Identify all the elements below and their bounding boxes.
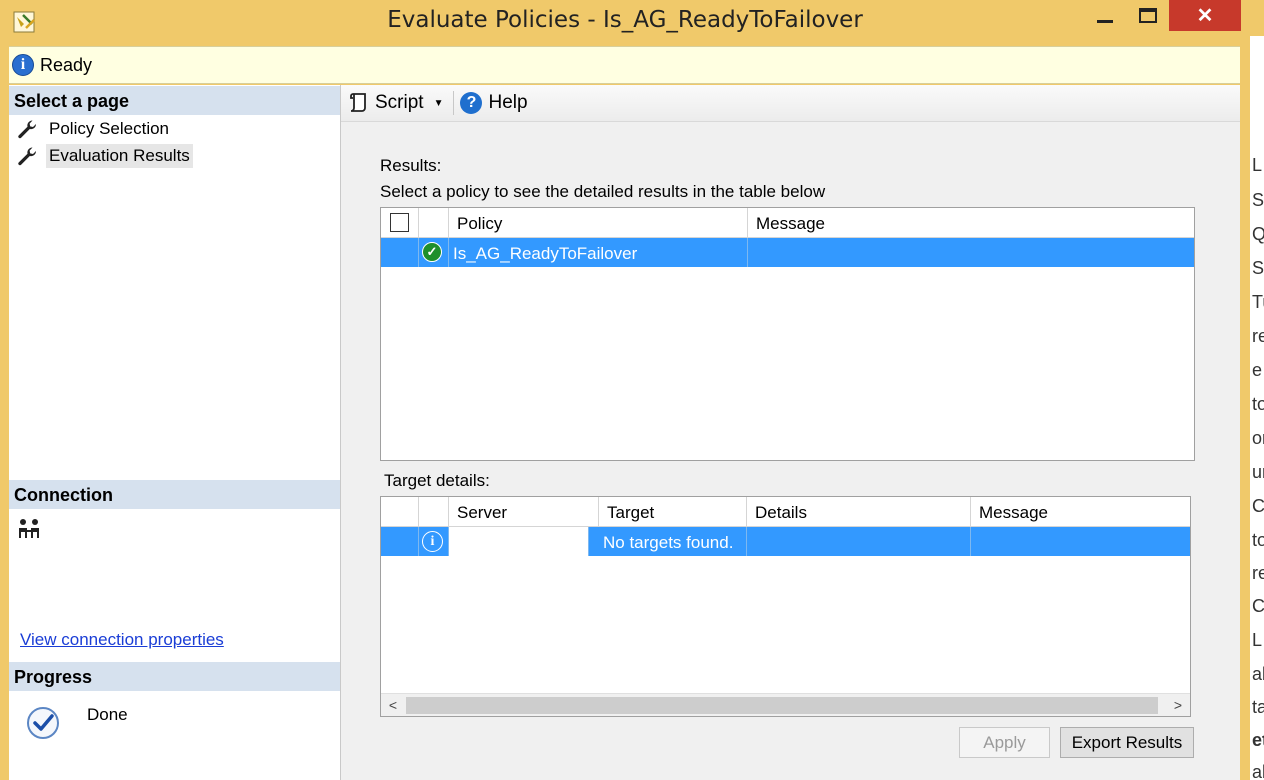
background-text: re: [1252, 563, 1264, 583]
background-window-titlebar: [1250, 0, 1264, 36]
row-select-cell[interactable]: [381, 527, 419, 556]
background-text: e T: [1252, 360, 1264, 380]
connection-icon: [19, 519, 39, 538]
minimize-icon: [1097, 20, 1113, 23]
page-label: Evaluation Results: [46, 144, 193, 168]
background-text: SC: [1252, 258, 1264, 278]
done-check-icon: [27, 707, 59, 739]
row-status-cell: ✓: [419, 238, 449, 267]
view-connection-properties-link[interactable]: View connection properties: [20, 630, 224, 650]
close-button[interactable]: ✕: [1169, 0, 1241, 31]
target-grid-header: Server Target Details Message: [381, 497, 1190, 527]
page-evaluation-results[interactable]: Evaluation Results: [17, 143, 193, 169]
title-bar[interactable]: Evaluate Policies - Is_AG_ReadyToFailove…: [0, 0, 1250, 44]
details-cell: [747, 527, 971, 556]
target-details-grid[interactable]: Server Target Details Message i No targe…: [380, 496, 1191, 717]
page-policy-selection[interactable]: Policy Selection: [17, 116, 172, 142]
help-icon: ?: [460, 92, 483, 114]
wrench-icon: [18, 120, 37, 139]
export-results-button[interactable]: Export Results: [1060, 727, 1194, 758]
results-grid[interactable]: Policy Message ✓ Is_AG_ReadyToFailover: [380, 207, 1195, 461]
minimize-button[interactable]: [1085, 0, 1125, 31]
select-all-column: [381, 208, 419, 237]
maximize-icon: [1139, 8, 1157, 23]
background-text: Tu: [1252, 292, 1264, 312]
status-column: [419, 497, 449, 526]
help-label: Help: [488, 92, 528, 113]
background-text: or: [1252, 428, 1264, 448]
background-text: ur: [1252, 462, 1264, 482]
wrench-icon: [18, 147, 37, 166]
script-dropdown-arrow-icon[interactable]: ▼: [434, 98, 444, 109]
target-column-header[interactable]: Target: [599, 497, 747, 526]
scroll-right-icon[interactable]: >: [1166, 694, 1190, 716]
toolbar: Script ▼ ? Help: [341, 85, 1240, 122]
background-text: C: [1252, 596, 1264, 616]
background-text: QL: [1252, 224, 1264, 244]
server-cell: [449, 527, 589, 556]
row-status-cell: i: [419, 527, 449, 556]
background-text: SC: [1252, 190, 1264, 210]
content-pane: Script ▼ ? Help Results: Select a policy…: [341, 85, 1240, 780]
success-check-icon: ✓: [422, 242, 442, 262]
table-row[interactable]: ✓ Is_AG_ReadyToFailover: [381, 238, 1194, 267]
scrollbar-thumb[interactable]: [406, 697, 1158, 714]
close-icon: ✕: [1196, 5, 1214, 27]
script-button[interactable]: Script ▼: [348, 92, 443, 114]
toolbar-separator: [453, 91, 455, 115]
background-text: L I: [1252, 630, 1264, 650]
background-text: C: [1252, 496, 1264, 516]
message-cell: [748, 238, 1194, 267]
details-column-header[interactable]: Details: [747, 497, 971, 526]
background-text: re: [1252, 326, 1264, 346]
row-header-column: [381, 497, 419, 526]
status-text: Ready: [40, 54, 93, 75]
help-button[interactable]: ? Help: [460, 92, 528, 114]
background-text: ab: [1252, 664, 1264, 684]
target-details-label: Target details:: [384, 471, 490, 490]
background-text: to: [1252, 530, 1264, 550]
connection-header: Connection: [9, 480, 340, 509]
select-page-header: Select a page: [9, 86, 340, 115]
background-text: ta: [1252, 697, 1264, 717]
progress-status: Done: [87, 705, 128, 724]
message-column-header[interactable]: Message: [971, 497, 1190, 526]
server-column-header[interactable]: Server: [449, 497, 599, 526]
progress-header: Progress: [9, 662, 340, 691]
page-label: Policy Selection: [49, 119, 170, 138]
policy-column-header[interactable]: Policy: [449, 208, 748, 237]
apply-button[interactable]: Apply: [959, 727, 1050, 758]
message-column-header[interactable]: Message: [748, 208, 1194, 237]
background-text: to: [1252, 394, 1264, 414]
results-label: Results:: [380, 156, 442, 175]
dialog-body: Select a page Policy Selection Evaluatio…: [9, 85, 1240, 780]
maximize-button[interactable]: [1128, 0, 1168, 31]
target-cell: No targets found.: [599, 527, 747, 556]
info-icon: i: [12, 54, 34, 76]
window-title: Evaluate Policies - Is_AG_ReadyToFailove…: [387, 7, 863, 33]
results-grid-header: Policy Message: [381, 208, 1194, 238]
evaluate-policies-window: Evaluate Policies - Is_AG_ReadyToFailove…: [0, 0, 1250, 780]
results-hint: Select a policy to see the detailed resu…: [380, 182, 826, 201]
left-pane: Select a page Policy Selection Evaluatio…: [9, 85, 341, 780]
status-column: [419, 208, 449, 237]
horizontal-scrollbar[interactable]: < >: [381, 693, 1190, 716]
background-text: L S: [1252, 155, 1264, 175]
status-bar: i Ready: [9, 46, 1240, 84]
select-all-checkbox[interactable]: [390, 213, 409, 232]
background-text: et: [1252, 730, 1264, 750]
row-select-cell[interactable]: [381, 238, 419, 267]
background-text: al: [1252, 762, 1264, 780]
scroll-left-icon[interactable]: <: [381, 694, 405, 716]
script-icon: [350, 93, 366, 112]
info-icon: i: [422, 531, 443, 552]
policy-cell: Is_AG_ReadyToFailover: [449, 238, 748, 267]
background-window-strip: L S SC QL SC Tu re e T to or ur C to re …: [1250, 0, 1264, 780]
script-label: Script: [375, 92, 424, 113]
message-cell: [971, 527, 1190, 556]
table-row[interactable]: i No targets found.: [381, 527, 1190, 556]
